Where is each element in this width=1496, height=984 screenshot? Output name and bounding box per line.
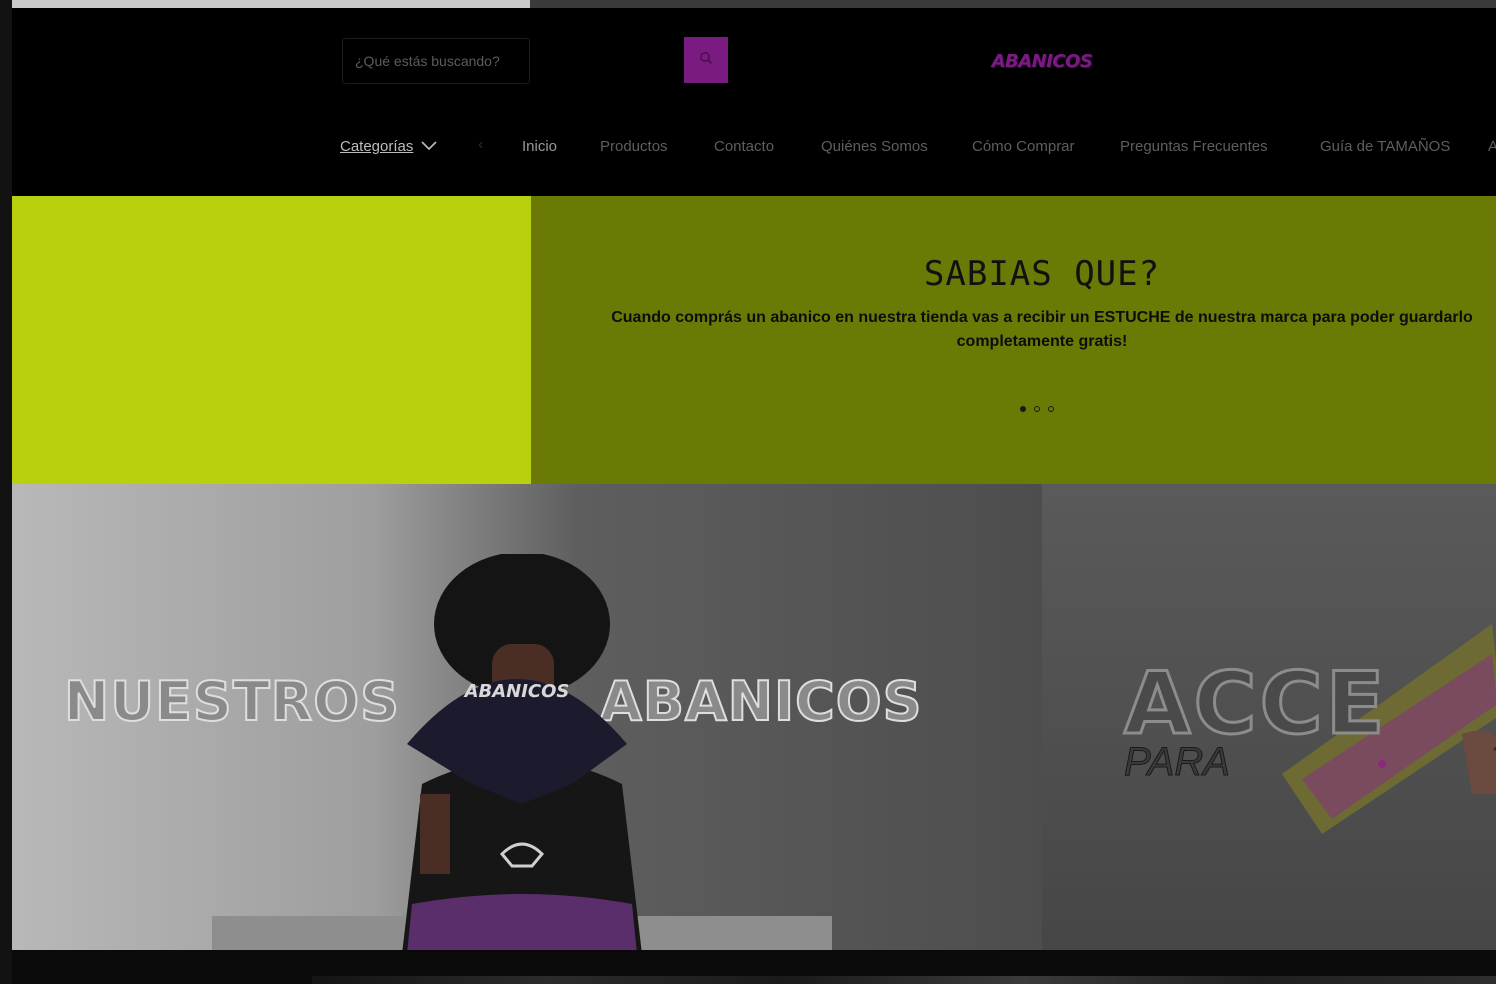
- nav-quienes-somos[interactable]: Quiénes Somos: [821, 138, 928, 155]
- banner-accesorios-title: ACCE: [1123, 653, 1388, 756]
- next-section-preview: [12, 950, 1496, 984]
- site-logo[interactable]: ABANICOS: [987, 48, 1097, 74]
- left-edge: [0, 0, 12, 984]
- search-input[interactable]: [343, 39, 529, 83]
- nav-scroll-left-icon[interactable]: ‹: [478, 136, 483, 154]
- nav-more[interactable]: A: [1488, 138, 1496, 155]
- banner-abanicos-word1: NUESTROS: [63, 669, 401, 734]
- banner-accesorios-subtitle-2: T: [1490, 740, 1496, 785]
- slider-dots: [1020, 406, 1054, 412]
- top-strip-highlight: [0, 0, 530, 8]
- nav-contacto[interactable]: Contacto: [714, 138, 774, 155]
- top-strip: [0, 0, 1496, 8]
- search-box: [342, 38, 530, 84]
- categories-label: Categorías: [340, 138, 414, 155]
- slider-text-line1: Cuando comprás un abanico en nuestra tie…: [611, 309, 1473, 326]
- slider-title: SABIAS QUE?: [923, 254, 1161, 294]
- site-header: ABANICOS Categorías ‹ Inicio Productos C…: [12, 8, 1496, 196]
- slider-text: Cuando comprás un abanico en nuestra tie…: [12, 306, 1496, 354]
- search-icon: [699, 51, 713, 70]
- nav-preguntas-frecuentes[interactable]: Preguntas Frecuentes: [1120, 138, 1268, 155]
- main-nav: Categorías ‹ Inicio Productos Contacto Q…: [12, 126, 1496, 166]
- nav-como-comprar[interactable]: Cómo Comprar: [972, 138, 1075, 155]
- slider-dot-1[interactable]: [1020, 406, 1026, 412]
- slider-dot-2[interactable]: [1034, 406, 1040, 412]
- model-holding-fan-image: ABANICOS: [402, 554, 642, 950]
- nav-inicio[interactable]: Inicio: [522, 138, 557, 155]
- banner-abanicos[interactable]: NUESTROS ABANICOS ABANICOS: [12, 484, 1042, 950]
- nav-productos[interactable]: Productos: [600, 138, 668, 155]
- chevron-down-icon: [421, 138, 437, 155]
- slider-dot-3[interactable]: [1048, 406, 1054, 412]
- preview-images: [312, 976, 1496, 984]
- banner-accesorios-subtitle: PARA: [1124, 740, 1231, 785]
- categories-dropdown[interactable]: Categorías: [340, 138, 437, 155]
- nav-guia-tamanos[interactable]: Guía de TAMAÑOS: [1320, 138, 1450, 155]
- banner-accesorios[interactable]: ACCE PARA T: [1042, 484, 1496, 950]
- info-slider: SABIAS QUE? Cuando comprás un abanico en…: [12, 196, 1496, 484]
- slider-text-line2: completamente gratis!: [956, 333, 1128, 350]
- search-button[interactable]: [684, 37, 728, 83]
- fan-logo-text: ABANICOS: [463, 681, 570, 702]
